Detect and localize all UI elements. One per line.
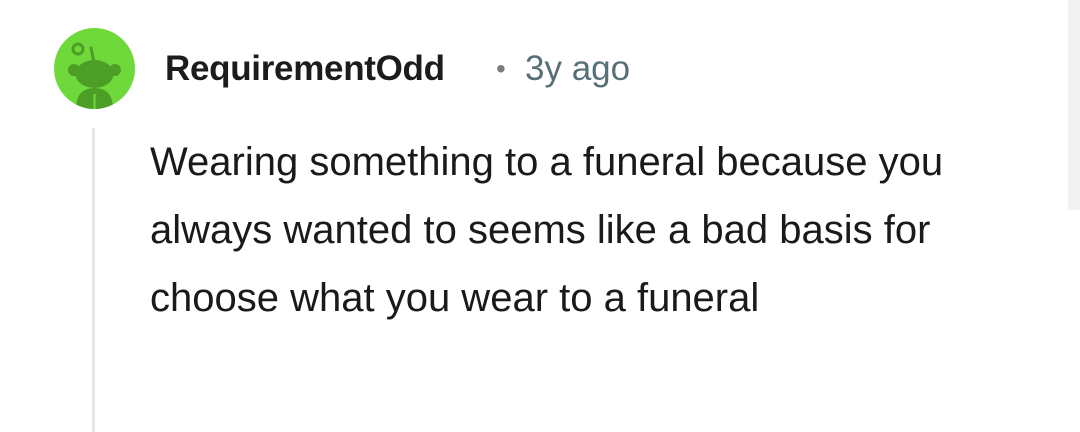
thread-collapse-line[interactable] xyxy=(92,128,95,432)
scrollbar-track[interactable] xyxy=(1068,0,1080,210)
comment-author[interactable]: RequirementOdd xyxy=(165,48,445,90)
meta-separator: • xyxy=(496,53,506,84)
comment-body: Wearing something to a funeral because y… xyxy=(150,140,944,320)
comment-timestamp[interactable]: 3y ago xyxy=(525,48,630,90)
snoo-avatar-icon xyxy=(68,42,121,109)
avatar[interactable] xyxy=(54,28,135,109)
comment: RequirementOdd • 3y ago Wearing somethin… xyxy=(0,0,1080,432)
